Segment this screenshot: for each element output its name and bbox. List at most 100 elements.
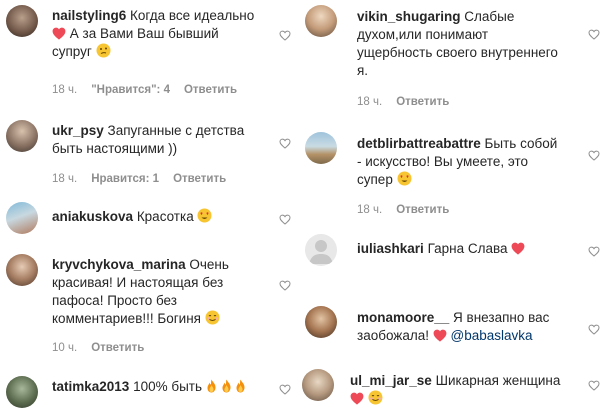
avatar[interactable] <box>6 5 38 37</box>
comment-text: комментариев!!! Богиня <box>52 311 201 326</box>
comment-item: ukr_psy Запуганные с детства быть настоя… <box>0 116 300 192</box>
comment-text: - искусство! Вы умеете, это <box>357 154 528 169</box>
comment-username[interactable]: vikin_shugaring <box>357 9 461 24</box>
avatar[interactable] <box>6 376 38 408</box>
comment-time: 18 ч. <box>357 204 383 216</box>
reply-button[interactable]: Ответить <box>173 173 226 185</box>
comment-time: 18 ч. <box>52 173 78 185</box>
default-avatar-icon <box>309 240 333 264</box>
comment-body: detblirbattreabattre Быть собой - искусс… <box>357 135 572 189</box>
avatar[interactable] <box>305 5 337 37</box>
heart-eyes-face-icon <box>197 208 212 223</box>
comment-text: супруг <box>52 44 92 59</box>
comment-text: ущербность своего внутреннего <box>357 45 558 60</box>
red-heart-icon <box>433 329 447 342</box>
comment-time: 18 ч. <box>52 84 78 96</box>
mention-link[interactable]: @babaslavka <box>451 328 533 343</box>
fire-icon <box>235 379 246 393</box>
comment-username[interactable]: nailstyling6 <box>52 8 126 23</box>
comment-text: я. <box>357 63 369 78</box>
comment-text: Когда все идеально <box>130 8 255 23</box>
comment-text: Красотка <box>136 209 194 224</box>
comment-item: iuliashkari Гарна Слава <box>300 232 608 272</box>
heart-outline-icon[interactable] <box>279 30 291 41</box>
heart-outline-icon[interactable] <box>588 150 600 161</box>
comment-meta: 18 ч. Нравится: 1 Ответить <box>52 173 226 185</box>
comment-item: tatimka2013 100% быть <box>0 372 300 419</box>
comment-body: tatimka2013 100% быть <box>52 378 267 396</box>
reply-button[interactable]: Ответить <box>91 342 144 354</box>
fire-icon <box>206 379 217 393</box>
comment-username[interactable]: detblirbattreabattre <box>357 136 481 151</box>
comment-username[interactable]: ul_mi_jar_se <box>350 373 432 388</box>
heart-outline-icon[interactable] <box>588 324 600 335</box>
comment-text: Слабые <box>464 9 515 24</box>
thinking-face-icon <box>96 43 111 58</box>
comment-username[interactable]: monamoore__ <box>357 310 449 325</box>
avatar[interactable] <box>302 369 334 401</box>
red-heart-icon <box>52 27 66 40</box>
comments-column-right: vikin_shugaring Слабые духом,или понимаю… <box>300 0 608 419</box>
comment-body: aniakuskova Красотка <box>52 208 262 226</box>
comment-body: vikin_shugaring Слабые духом,или понимаю… <box>357 8 572 80</box>
comment-meta: 18 ч. Ответить <box>357 204 449 216</box>
comment-username[interactable]: tatimka2013 <box>52 379 129 394</box>
comment-text: А за Вами Ваш бывший <box>69 26 219 41</box>
avatar[interactable] <box>305 306 337 338</box>
comment-item: ul_mi_jar_se Шикарная женщина <box>300 366 608 419</box>
comment-text: красивая! И настоящая без <box>52 275 224 290</box>
heart-outline-icon[interactable] <box>279 214 291 225</box>
red-heart-icon <box>350 392 364 405</box>
reply-button[interactable]: Ответить <box>184 84 237 96</box>
heart-outline-icon[interactable] <box>279 138 291 149</box>
comment-meta: 10 ч. Ответить <box>52 342 144 354</box>
comment-text: Запуганные с детства <box>107 123 245 138</box>
comment-time: 10 ч. <box>52 342 78 354</box>
comment-text: Я внезапно вас <box>453 310 550 325</box>
comment-text: Гарна Слава <box>427 241 508 256</box>
smiling-face-icon <box>205 310 220 325</box>
comment-text: Быть собой <box>484 136 558 151</box>
comment-text: Шикарная женщина <box>435 373 561 388</box>
comment-username[interactable]: kryvchykova_marina <box>52 257 186 272</box>
comment-body: iuliashkari Гарна Слава <box>357 240 572 258</box>
smiling-face-icon <box>368 390 383 405</box>
comment-text: заобожала! <box>357 328 429 343</box>
avatar[interactable] <box>305 132 337 164</box>
comment-item: monamoore__ Я внезапно вас заобожала! @b… <box>300 302 608 364</box>
comment-item: vikin_shugaring Слабые духом,или понимаю… <box>300 0 608 116</box>
comment-body: ukr_psy Запуганные с детства быть настоя… <box>52 122 262 158</box>
avatar[interactable] <box>6 120 38 152</box>
comment-username[interactable]: ukr_psy <box>52 123 104 138</box>
heart-outline-icon[interactable] <box>588 380 600 391</box>
comment-item: kryvchykova_marina Очень красивая! И нас… <box>0 250 300 362</box>
avatar[interactable] <box>6 202 38 234</box>
heart-outline-icon[interactable] <box>588 246 600 257</box>
comment-text: пафоса! Просто без <box>52 293 177 308</box>
comment-body: kryvchykova_marina Очень красивая! И нас… <box>52 256 267 328</box>
fire-icon <box>221 379 232 393</box>
comment-item: nailstyling6 Когда все идеально А за Вам… <box>0 0 300 110</box>
comment-body: nailstyling6 Когда все идеально А за Вам… <box>52 7 262 61</box>
reply-button[interactable]: Ответить <box>396 96 449 108</box>
comment-body: ul_mi_jar_se Шикарная женщина <box>350 372 580 408</box>
comment-username[interactable]: iuliashkari <box>357 241 424 256</box>
comment-meta: 18 ч. "Нравится": 4 Ответить <box>52 84 237 96</box>
heart-outline-icon[interactable] <box>279 280 291 291</box>
comment-text: духом,или понимают <box>357 27 489 42</box>
comment-item: aniakuskova Красотка <box>0 200 300 240</box>
avatar[interactable] <box>305 234 337 266</box>
reply-button[interactable]: Ответить <box>396 204 449 216</box>
comment-username[interactable]: aniakuskova <box>52 209 133 224</box>
comment-body: monamoore__ Я внезапно вас заобожала! @b… <box>357 309 582 345</box>
comment-text: Очень <box>189 257 229 272</box>
comments-column-left: nailstyling6 Когда все идеально А за Вам… <box>0 0 300 419</box>
comment-text: супер <box>357 172 393 187</box>
red-heart-icon <box>511 242 525 255</box>
comment-likes[interactable]: "Нравится": 4 <box>91 84 170 96</box>
comment-meta: 18 ч. Ответить <box>357 96 449 108</box>
heart-outline-icon[interactable] <box>588 29 600 40</box>
avatar[interactable] <box>6 254 38 286</box>
comment-likes[interactable]: Нравится: 1 <box>91 173 159 185</box>
heart-outline-icon[interactable] <box>279 384 291 395</box>
